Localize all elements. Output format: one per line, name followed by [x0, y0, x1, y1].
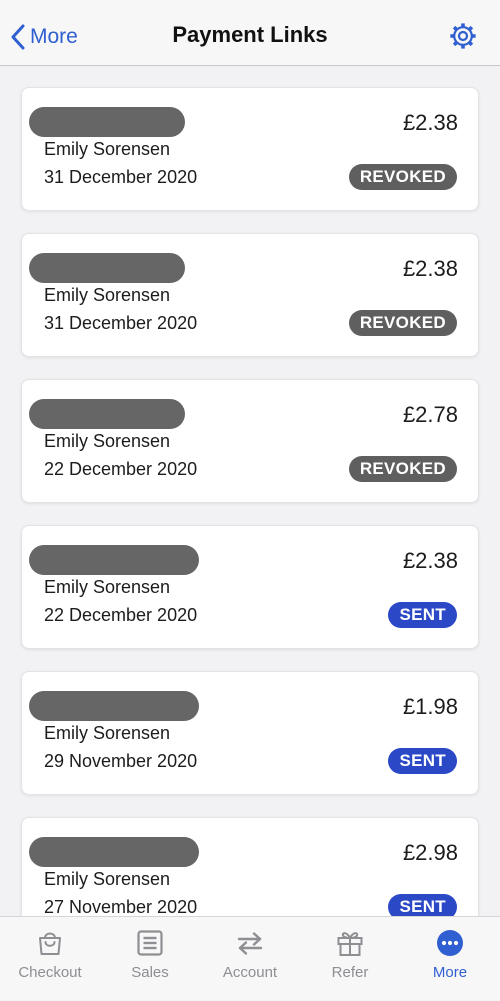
list-icon [137, 930, 163, 956]
payment-links-list[interactable]: £2.38 Emily Sorensen 31 December 2020 RE… [0, 66, 500, 916]
tab-checkout[interactable]: Checkout [0, 917, 100, 1001]
payment-link-card[interactable]: £2.38 Emily Sorensen 31 December 2020 RE… [21, 233, 479, 357]
tab-label: More [432, 964, 468, 981]
gear-icon [450, 23, 476, 49]
link-date: 31 December 2020 [44, 313, 198, 333]
payment-link-card[interactable]: £2.38 Emily Sorensen 22 December 2020 SE… [21, 525, 479, 649]
amount: £2.38 [402, 256, 458, 281]
payment-link-card[interactable]: £2.78 Emily Sorensen 22 December 2020 RE… [21, 379, 479, 503]
link-date: 31 December 2020 [44, 167, 198, 187]
status-badge: REVOKED [348, 164, 457, 190]
payment-link-card[interactable]: £1.98 Emily Sorensen 29 November 2020 SE… [21, 671, 479, 795]
gift-icon [337, 932, 363, 956]
customer-name: Emily Sorensen [44, 577, 171, 597]
amount: £2.38 [402, 548, 458, 573]
status-badge: SENT [388, 602, 457, 628]
navigation-bar: More Payment Links [0, 0, 500, 66]
customer-name: Emily Sorensen [44, 869, 171, 889]
payment-link-card[interactable]: £2.98 Emily Sorensen 27 November 2020 SE… [21, 817, 479, 916]
customer-name: Emily Sorensen [44, 723, 171, 743]
redacted-reference [29, 837, 199, 867]
amount: £2.78 [402, 402, 458, 427]
tab-label: Checkout [18, 964, 82, 981]
tab-sales[interactable]: Sales [100, 917, 200, 1001]
transfer-icon [237, 932, 263, 955]
status-badge: REVOKED [348, 310, 457, 336]
status-badge: SENT [388, 894, 457, 916]
redacted-reference [29, 545, 199, 575]
link-date: 22 December 2020 [44, 459, 198, 479]
amount: £2.98 [402, 840, 458, 865]
tab-refer[interactable]: Refer [300, 917, 400, 1001]
link-date: 22 December 2020 [44, 605, 198, 625]
redacted-reference [29, 107, 185, 137]
redacted-reference [29, 253, 185, 283]
tab-label: Sales [131, 964, 169, 981]
bag-icon [39, 932, 61, 955]
amount: £2.38 [402, 110, 458, 135]
status-badge: REVOKED [348, 456, 457, 482]
link-date: 29 November 2020 [44, 751, 198, 771]
tab-label: Account [222, 964, 278, 981]
customer-name: Emily Sorensen [44, 431, 171, 451]
redacted-reference [29, 399, 185, 429]
redacted-reference [29, 691, 199, 721]
tab-more[interactable]: More [400, 917, 500, 1001]
tab-bar: Checkout Sales Account Refer More [0, 916, 500, 1000]
page-title: Payment Links [172, 22, 328, 47]
tab-account[interactable]: Account [200, 917, 300, 1001]
amount: £1.98 [402, 694, 458, 719]
customer-name: Emily Sorensen [44, 139, 171, 159]
tab-label: Refer [331, 964, 369, 981]
status-badge: SENT [388, 748, 457, 774]
customer-name: Emily Sorensen [44, 285, 171, 305]
more-icon [437, 930, 463, 956]
settings-button[interactable] [448, 21, 478, 51]
link-date: 27 November 2020 [44, 897, 198, 916]
payment-link-card[interactable]: £2.38 Emily Sorensen 31 December 2020 RE… [21, 87, 479, 211]
